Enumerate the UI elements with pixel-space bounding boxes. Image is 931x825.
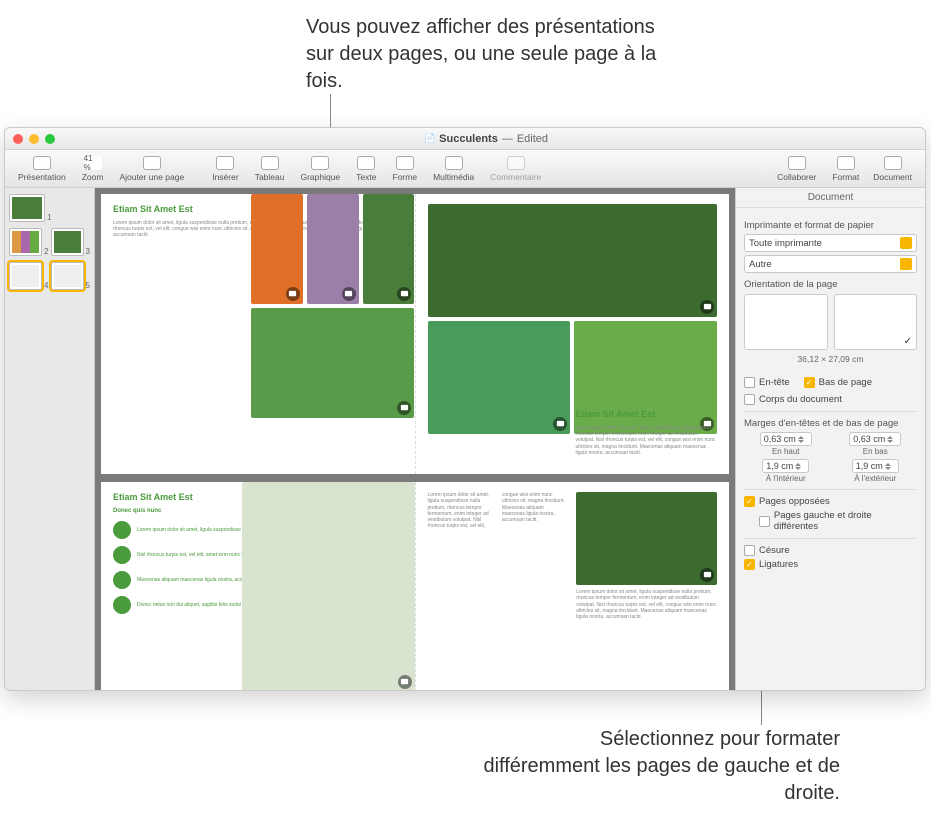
page-thumbnails: 1 2 3 4 5 xyxy=(5,188,95,690)
thumb-page[interactable] xyxy=(9,262,42,290)
image-icon xyxy=(700,568,714,582)
section-label: Orientation de la page xyxy=(744,279,917,290)
collaborate-button[interactable]: Collaborer xyxy=(770,156,823,182)
page-left: Etiam Sit Amet Est Donec quis nunc Lorem… xyxy=(101,482,415,690)
page-number: 5 xyxy=(86,281,90,290)
callout-different-pages: Sélectionnez pour formater différemment … xyxy=(480,726,840,807)
shape-button[interactable]: Forme xyxy=(386,156,425,182)
add-page-button[interactable]: Ajouter une page xyxy=(112,156,191,182)
image-icon xyxy=(397,401,411,415)
leaf-icon xyxy=(113,546,131,564)
thumb-page[interactable] xyxy=(51,262,84,290)
section-label: Imprimante et format de papier xyxy=(744,220,917,231)
thumb-page[interactable] xyxy=(51,228,84,256)
minimize-icon[interactable] xyxy=(29,134,39,144)
placeholder-image[interactable] xyxy=(428,321,571,434)
page-dimensions: 36,12 × 27,09 cm xyxy=(744,354,917,364)
text-button[interactable]: Texte xyxy=(349,156,383,182)
section-label: Marges d'en-têtes et de bas de page xyxy=(744,418,917,429)
format-button[interactable]: Format xyxy=(825,156,866,182)
margin-top-stepper[interactable]: 0,63 cmEn haut xyxy=(744,432,828,456)
placeholder-image[interactable] xyxy=(428,204,718,317)
page-number: 4 xyxy=(44,281,48,290)
close-icon[interactable] xyxy=(13,134,23,144)
ligatures-checkbox[interactable]: ✓ xyxy=(744,559,755,570)
header-checkbox[interactable] xyxy=(744,377,755,388)
placeholder-image[interactable] xyxy=(251,194,303,304)
chevron-down-icon xyxy=(900,237,912,249)
image-icon xyxy=(397,287,411,301)
facing-pages-checkbox[interactable]: ✓ xyxy=(744,496,755,507)
page-spread: Etiam Sit Amet Est Donec quis nunc Lorem… xyxy=(101,482,729,690)
body-text: Lorem ipsum dolor sit amet, ligula suspe… xyxy=(576,589,717,682)
inspector-tab[interactable]: Document xyxy=(736,188,925,208)
body-text: Lorem ipsum dolor sit amet, ligula suspe… xyxy=(428,492,569,682)
margin-bottom-stepper[interactable]: 0,63 cmEn bas xyxy=(834,432,918,456)
orientation-landscape[interactable] xyxy=(834,294,918,350)
file-icon: 📄 xyxy=(424,133,435,144)
pages-app-window: 📄 Succulents — Edited Présentation 41 %Z… xyxy=(4,127,926,691)
page-number: 1 xyxy=(47,213,51,222)
toolbar: Présentation 41 %Zoom Ajouter une page I… xyxy=(5,150,925,188)
image-icon xyxy=(286,287,300,301)
placeholder-image[interactable] xyxy=(251,308,414,418)
placeholder-image[interactable] xyxy=(576,492,717,585)
body-text: Lorem ipsum dolor sit amet, ligula suspe… xyxy=(576,425,718,456)
document-inspector: Document Imprimante et format de papier … xyxy=(735,188,925,690)
maximize-icon[interactable] xyxy=(45,134,55,144)
page-right: Lorem ipsum dolor sit amet, ligula suspe… xyxy=(415,482,730,690)
page-number: 2 xyxy=(44,247,48,256)
placeholder-image[interactable] xyxy=(363,194,415,304)
page-left: Etiam Sit Amet Est Lorem ipsum dolor sit… xyxy=(101,194,415,474)
margin-inside-stepper[interactable]: 1,9 cmÀ l'intérieur xyxy=(744,459,828,483)
media-button[interactable]: Multimédia xyxy=(426,156,481,182)
document-title: 📄 Succulents — Edited xyxy=(55,133,917,145)
page-right: Etiam Sit Amet Est Lorem ipsum dolor sit… xyxy=(415,194,730,474)
leaf-icon xyxy=(113,571,131,589)
heading: Etiam Sit Amet Est xyxy=(576,409,718,421)
footer-checkbox[interactable]: ✓ xyxy=(804,377,815,388)
placeholder-image[interactable] xyxy=(242,482,414,690)
leaf-icon xyxy=(113,596,131,614)
document-canvas[interactable]: Etiam Sit Amet Est Lorem ipsum dolor sit… xyxy=(95,188,735,690)
image-icon xyxy=(398,675,412,689)
image-icon xyxy=(553,417,567,431)
placeholder-image[interactable] xyxy=(307,194,359,304)
thumb-page[interactable] xyxy=(9,194,45,222)
thumb-page[interactable] xyxy=(9,228,42,256)
table-button[interactable]: Tableau xyxy=(248,156,292,182)
leaf-icon xyxy=(113,521,131,539)
different-lr-checkbox[interactable] xyxy=(759,516,770,527)
image-icon xyxy=(342,287,356,301)
printer-select[interactable]: Toute imprimante xyxy=(744,234,917,252)
window-controls xyxy=(13,134,55,144)
page-spread: Etiam Sit Amet Est Lorem ipsum dolor sit… xyxy=(101,194,729,474)
hyphenation-checkbox[interactable] xyxy=(744,545,755,556)
page-number: 3 xyxy=(86,247,90,256)
paper-select[interactable]: Autre xyxy=(744,255,917,273)
insert-button[interactable]: Insérer xyxy=(205,156,245,182)
margin-outside-stepper[interactable]: 1,9 cmÀ l'extérieur xyxy=(834,459,918,483)
chart-button[interactable]: Graphique xyxy=(293,156,347,182)
document-button[interactable]: Document xyxy=(866,156,919,182)
image-icon xyxy=(700,300,714,314)
chevron-down-icon xyxy=(900,258,912,270)
zoom-button[interactable]: 41 %Zoom xyxy=(75,156,111,182)
orientation-portrait[interactable] xyxy=(744,294,828,350)
comment-button[interactable]: Commentaire xyxy=(483,156,548,182)
view-button[interactable]: Présentation xyxy=(11,156,73,182)
body-checkbox[interactable] xyxy=(744,394,755,405)
titlebar: 📄 Succulents — Edited xyxy=(5,128,925,150)
callout-two-pages: Vous pouvez afficher des présentations s… xyxy=(306,14,676,95)
